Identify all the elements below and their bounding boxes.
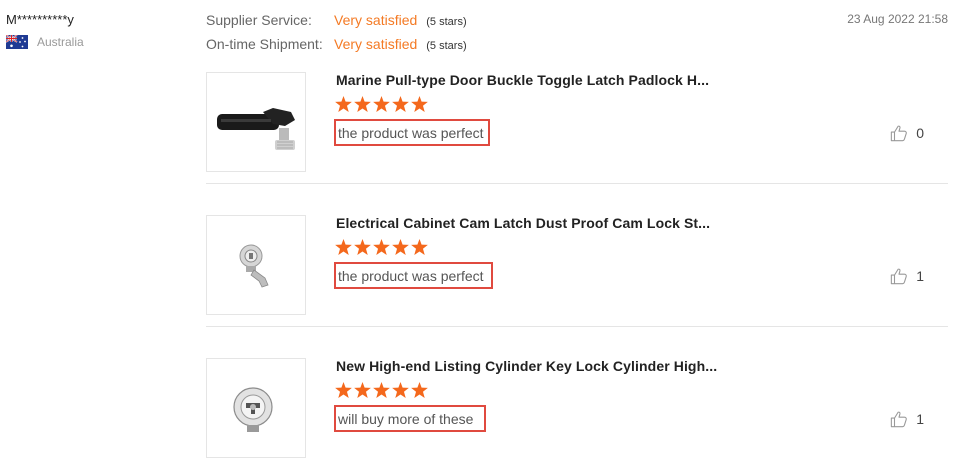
star-icon xyxy=(354,239,371,255)
star-icon xyxy=(335,96,352,112)
star-icon xyxy=(354,96,371,112)
rating-value: Very satisfied xyxy=(334,36,418,52)
like-count: 0 xyxy=(916,125,924,141)
thumbs-up-icon xyxy=(891,268,908,285)
reviewer-country: Australia xyxy=(6,35,84,49)
thumbs-up-icon xyxy=(891,411,908,428)
star-icon xyxy=(411,239,428,255)
cam-lock-image xyxy=(239,244,269,288)
rating-stars-text: (5 stars) xyxy=(426,16,467,28)
product-rating-stars xyxy=(335,96,428,112)
product-rating-stars xyxy=(335,239,428,255)
rating-label: On-time Shipment: xyxy=(206,36,323,52)
rating-value: Very satisfied xyxy=(334,12,418,28)
star-icon xyxy=(335,239,352,255)
product-review: Electrical Cabinet Cam Latch Dust Proof … xyxy=(206,215,948,327)
seller-ratings: Supplier Service: Very satisfied (5 star… xyxy=(206,12,467,60)
star-icon xyxy=(392,96,409,112)
rating-row-on-time-shipment: On-time Shipment: Very satisfied (5 star… xyxy=(206,36,467,60)
product-review: New High-end Listing Cylinder Key Lock C… xyxy=(206,358,948,467)
divider xyxy=(206,183,948,184)
rating-row-supplier-service: Supplier Service: Very satisfied (5 star… xyxy=(206,12,467,36)
star-icon xyxy=(411,96,428,112)
review-comment: the product was perfect xyxy=(334,262,493,289)
like-button[interactable]: 1 xyxy=(890,267,924,285)
like-count: 1 xyxy=(916,411,924,427)
like-button[interactable]: 1 xyxy=(890,410,924,428)
cylinder-lock-image xyxy=(233,387,273,432)
product-title[interactable]: Electrical Cabinet Cam Latch Dust Proof … xyxy=(336,215,710,231)
product-image[interactable] xyxy=(206,358,306,458)
review-date: 23 Aug 2022 21:58 xyxy=(847,12,948,26)
rating-stars-text: (5 stars) xyxy=(426,40,467,52)
product-image[interactable] xyxy=(206,72,306,172)
like-count: 1 xyxy=(916,268,924,284)
divider xyxy=(206,326,948,327)
like-button[interactable]: 0 xyxy=(890,124,924,142)
toggle-latch-image xyxy=(217,108,295,150)
product-title[interactable]: New High-end Listing Cylinder Key Lock C… xyxy=(336,358,717,374)
reviewer-name: M**********y xyxy=(6,12,74,27)
star-icon xyxy=(373,239,390,255)
star-icon xyxy=(392,239,409,255)
review-comment: will buy more of these xyxy=(334,405,486,432)
star-icon xyxy=(354,382,371,398)
thumbs-up-icon xyxy=(891,125,908,142)
rating-label: Supplier Service: xyxy=(206,12,312,28)
reviewer-country-name: Australia xyxy=(37,35,84,49)
star-icon xyxy=(392,382,409,398)
star-icon xyxy=(373,96,390,112)
product-review: Marine Pull-type Door Buckle Toggle Latc… xyxy=(206,72,948,184)
product-rating-stars xyxy=(335,382,428,398)
review-comment: the product was perfect xyxy=(334,119,490,146)
star-icon xyxy=(335,382,352,398)
star-icon xyxy=(411,382,428,398)
australia-flag-icon xyxy=(6,35,28,49)
product-image[interactable] xyxy=(206,215,306,315)
reviewer-info: M**********y Australia xyxy=(6,12,84,49)
product-title[interactable]: Marine Pull-type Door Buckle Toggle Latc… xyxy=(336,72,709,88)
star-icon xyxy=(373,382,390,398)
